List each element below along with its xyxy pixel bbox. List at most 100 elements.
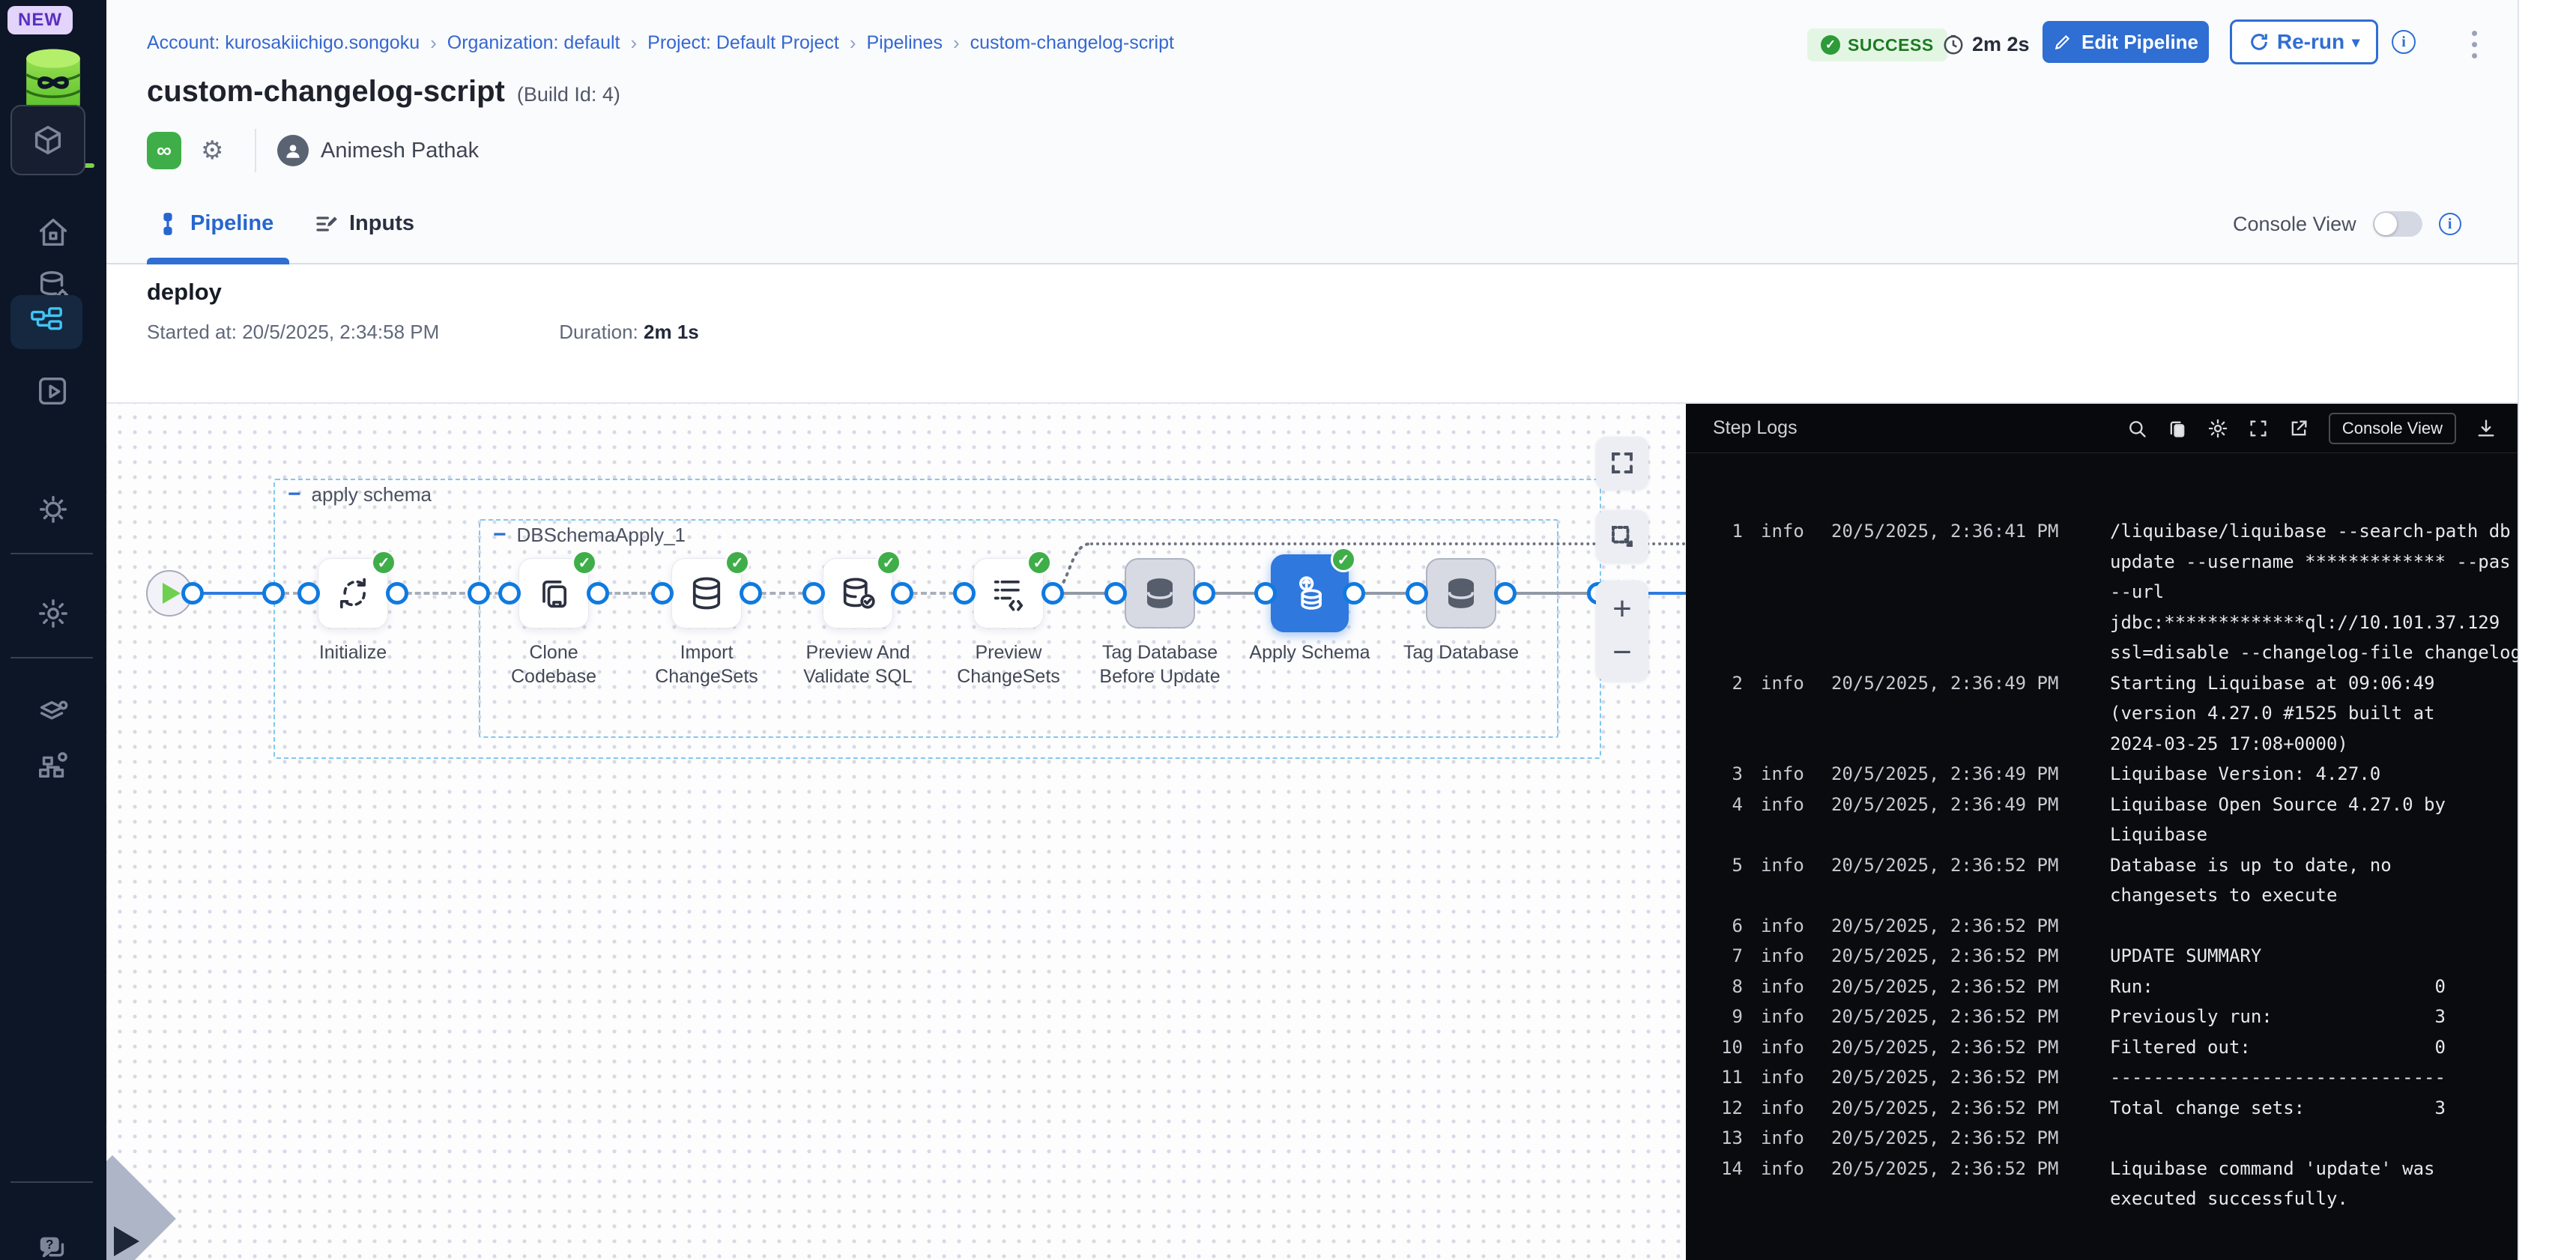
- step-node-tag-database[interactable]: [1426, 558, 1496, 629]
- node-port[interactable]: [1193, 582, 1215, 605]
- log-entry: 9info20/5/2025, 2:36:52 PMPreviously run…: [1710, 1002, 2518, 1032]
- sidebar-item-preferences[interactable]: [0, 483, 106, 536]
- log-level: info: [1761, 516, 1813, 668]
- node-port[interactable]: [1494, 582, 1517, 605]
- log-message: UPDATE SUMMARY: [2110, 941, 2518, 972]
- refresh-icon: [2249, 31, 2270, 52]
- sidebar-item-settings[interactable]: [0, 587, 106, 640]
- zoom-out-button[interactable]: −: [1612, 634, 1632, 671]
- step-node-apply-schema[interactable]: ✓: [1271, 554, 1349, 632]
- sidebar-item-pipelines[interactable]: [10, 295, 82, 349]
- tab-pipeline[interactable]: Pipeline: [156, 211, 273, 236]
- collapse-icon[interactable]: −: [288, 482, 301, 507]
- node-port[interactable]: [468, 582, 490, 605]
- right-rail: [2518, 0, 2576, 1260]
- log-entry: 10info20/5/2025, 2:36:52 PMFiltered out:…: [1710, 1032, 2518, 1063]
- log-line-number: 3: [1710, 759, 1743, 790]
- external-link-icon[interactable]: [2288, 418, 2309, 439]
- node-port[interactable]: [1406, 582, 1428, 605]
- log-entry: 4info20/5/2025, 2:36:49 PMLiquibase Open…: [1710, 790, 2518, 850]
- edit-pipeline-button[interactable]: Edit Pipeline: [2043, 21, 2209, 63]
- console-view-button[interactable]: Console View: [2329, 413, 2456, 444]
- sidebar-item-help[interactable]: ?: [0, 1223, 106, 1260]
- log-timestamp: 20/5/2025, 2:36:49 PM: [1831, 790, 2092, 850]
- node-port[interactable]: [651, 582, 674, 605]
- log-message: Liquibase Version: 4.27.0: [2110, 759, 2518, 790]
- node-port[interactable]: [1254, 582, 1277, 605]
- console-view-control: Console View i: [2233, 211, 2461, 237]
- step-node-preview-and-validate-sql[interactable]: ✓: [823, 558, 893, 629]
- success-check-icon: ✓: [876, 550, 901, 575]
- step-node-preview-changesets[interactable]: ✓: [973, 558, 1044, 629]
- log-timestamp: 20/5/2025, 2:36:49 PM: [1831, 668, 2092, 760]
- more-options-menu[interactable]: [2459, 25, 2489, 63]
- collapse-icon[interactable]: −: [493, 522, 507, 548]
- info-icon[interactable]: i: [2439, 213, 2461, 235]
- node-port[interactable]: [297, 582, 320, 605]
- node-port[interactable]: [498, 582, 521, 605]
- breadcrumb-separator: ›: [430, 31, 437, 55]
- node-port[interactable]: [386, 582, 408, 605]
- database-icon: [687, 574, 726, 613]
- breadcrumb-item[interactable]: custom-changelog-script: [970, 32, 1174, 54]
- node-port[interactable]: [1041, 582, 1064, 605]
- console-view-toggle[interactable]: [2373, 211, 2422, 237]
- info-icon[interactable]: i: [2392, 30, 2416, 54]
- log-level: info: [1761, 1032, 1813, 1063]
- canvas-corner-arrow-icon: [114, 1226, 139, 1256]
- node-port[interactable]: [802, 582, 825, 605]
- avatar: [277, 135, 309, 166]
- breadcrumb-item[interactable]: Account: kurosakiichigo.songoku: [147, 32, 420, 54]
- sidebar-item-default-settings[interactable]: [0, 688, 106, 740]
- select-mode-button[interactable]: [1596, 510, 1648, 563]
- log-level: info: [1761, 759, 1813, 790]
- node-port[interactable]: [262, 582, 285, 605]
- node-port[interactable]: [740, 582, 762, 605]
- step-node-initialize[interactable]: ✓: [318, 558, 388, 629]
- node-port[interactable]: [891, 582, 913, 605]
- sidebar-item-home[interactable]: [0, 206, 106, 258]
- breadcrumb-item[interactable]: Organization: default: [447, 32, 620, 54]
- tab-inputs[interactable]: Inputs: [315, 211, 414, 236]
- left-sidebar: NEW ?: [0, 0, 106, 1260]
- log-message: [2110, 911, 2518, 942]
- step-node-clone-codebase[interactable]: ✓: [518, 558, 589, 629]
- sidebar-item-organizations[interactable]: [0, 739, 106, 791]
- gear-icon[interactable]: [2207, 418, 2228, 439]
- build-id: (Build Id: 4): [517, 83, 620, 106]
- node-port[interactable]: [953, 582, 976, 605]
- breadcrumb-item[interactable]: Pipelines: [867, 32, 943, 54]
- download-icon[interactable]: [2476, 418, 2497, 439]
- breadcrumb-item[interactable]: Project: Default Project: [647, 32, 839, 54]
- fullscreen-icon[interactable]: [2248, 418, 2269, 439]
- log-timestamp: 20/5/2025, 2:36:41 PM: [1831, 516, 2092, 668]
- sidebar-item-module-cube[interactable]: [10, 105, 85, 175]
- node-port[interactable]: [181, 582, 204, 605]
- zoom-in-button[interactable]: +: [1612, 590, 1632, 628]
- log-entry: 7info20/5/2025, 2:36:52 PMUPDATE SUMMARY: [1710, 941, 2518, 972]
- step-node-tag-database-before-update[interactable]: [1125, 558, 1195, 629]
- log-message: Filtered out: 0: [2110, 1032, 2518, 1063]
- log-level: info: [1761, 1093, 1813, 1124]
- log-entry: 12info20/5/2025, 2:36:52 PMTotal change …: [1710, 1093, 2518, 1124]
- group-dbschemaapply-label: − DBSchemaApply_1: [493, 522, 686, 548]
- zoom-controls: + −: [1596, 581, 1648, 681]
- log-body[interactable]: 1info20/5/2025, 2:36:41 PM/liquibase/liq…: [1686, 453, 2518, 1260]
- node-port[interactable]: [1104, 582, 1127, 605]
- search-icon[interactable]: [2126, 418, 2147, 439]
- started-value: 20/5/2025, 2:34:58 PM: [242, 321, 439, 343]
- chevron-down-icon: ▾: [2352, 33, 2359, 52]
- gear-icon[interactable]: ⚙: [201, 137, 228, 164]
- log-level: info: [1761, 911, 1813, 942]
- node-port[interactable]: [1343, 582, 1365, 605]
- fit-to-screen-button[interactable]: [1596, 437, 1648, 489]
- rerun-button[interactable]: Re-run ▾: [2230, 19, 2378, 64]
- edit-pipeline-label: Edit Pipeline: [2081, 31, 2198, 54]
- node-port[interactable]: [587, 582, 609, 605]
- step-node-import-changesets[interactable]: ✓: [671, 558, 742, 629]
- copy-icon[interactable]: [2167, 418, 2188, 439]
- sidebar-item-executions[interactable]: [0, 366, 106, 418]
- database-solid-icon: [1442, 574, 1481, 613]
- log-entry: 14info20/5/2025, 2:36:52 PMLiquibase com…: [1710, 1154, 2518, 1214]
- log-entry: 11info20/5/2025, 2:36:52 PM-------------…: [1710, 1062, 2518, 1093]
